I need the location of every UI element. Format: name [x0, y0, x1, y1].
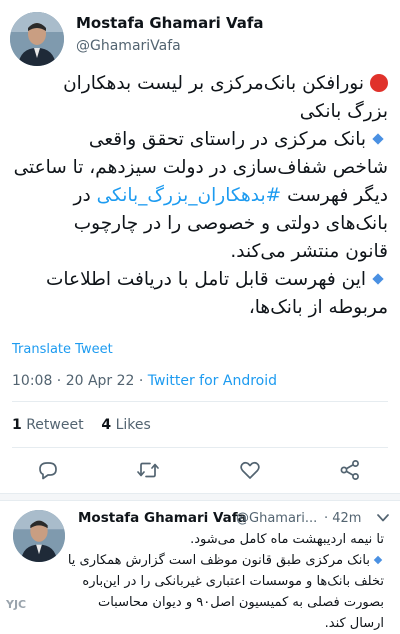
- reply-text: تا نیمه اردیبهشت ماه کامل می‌شود. بانک م…: [68, 529, 384, 634]
- tweet-line: بانک مرکزی در راستای تحقق واقعی: [8, 126, 388, 154]
- reply-line: ارسال کند.: [324, 616, 384, 631]
- divider: [12, 447, 388, 448]
- tweet-line: بانک‌های دولتی و خصوصی را در چارچوب: [73, 213, 388, 234]
- timestamp[interactable]: 10:08 · 20 Apr 22 ·: [12, 373, 148, 389]
- blue-diamond-icon: [372, 132, 384, 145]
- reply-author-handle[interactable]: @Ghamari...: [236, 511, 317, 526]
- retweet-icon[interactable]: [136, 458, 162, 484]
- reply-time: · 42m: [324, 511, 362, 526]
- author-handle[interactable]: @GhamariVafa: [76, 38, 181, 54]
- reply-line: بانک مرکزی طبق قانون موظف است گزارش همکا…: [68, 550, 384, 571]
- divider: [12, 401, 388, 402]
- tweet-line: این فهرست قابل تامل با دریافت اطلاعات: [8, 266, 388, 294]
- reply-icon[interactable]: [36, 458, 62, 484]
- tweet-separator: [0, 493, 400, 501]
- tweet-meta: 10:08 · 20 Apr 22 · Twitter for Android: [12, 373, 277, 389]
- heart-icon[interactable]: [238, 458, 264, 484]
- source-link[interactable]: Twitter for Android: [148, 373, 277, 389]
- reply-line: بصورت فصلی به کمیسیون اصل۹۰ و دیوان محاس…: [97, 595, 384, 610]
- main-tweet: Mostafa Ghamari Vafa @GhamariVafa نورافک…: [0, 0, 400, 490]
- reply-line: تخلف بانک‌ها و موسسات اعتباری غیربانکی ر…: [82, 574, 384, 589]
- blue-diamond-icon: [373, 555, 383, 564]
- likes-stat[interactable]: 4 Likes: [101, 417, 150, 433]
- action-bar: [0, 458, 400, 488]
- reply-line: تا نیمه اردیبهشت ماه کامل می‌شود.: [190, 532, 384, 547]
- author-name[interactable]: Mostafa Ghamari Vafa: [76, 14, 264, 32]
- author-avatar[interactable]: [10, 12, 64, 66]
- tweet-line: بزرگ بانکی: [299, 101, 388, 122]
- share-icon[interactable]: [338, 458, 364, 484]
- tweet-line: دیگر فهرست #بدهکاران_بزرگ_بانکی در: [73, 185, 388, 206]
- red-circle-icon: [370, 74, 388, 92]
- blue-diamond-icon: [372, 272, 384, 285]
- translate-tweet-link[interactable]: Translate Tweet: [12, 342, 113, 357]
- tweet-line: مربوطه از بانک‌ها،: [248, 297, 388, 318]
- tweet-line: قانون منتشر می‌کند.: [230, 241, 388, 262]
- tweet-line: شاخص شفاف‌سازی در دولت سیزدهم، تا ساعتی: [13, 157, 388, 178]
- tweet-line: نورافکن بانک‌مرکزی بر لیست بدهکاران: [8, 70, 388, 98]
- reply-author-avatar[interactable]: [13, 510, 65, 562]
- tweet-stats: 1 Retweet 4 Likes: [12, 417, 151, 433]
- retweets-stat[interactable]: 1 Retweet: [12, 417, 84, 433]
- more-icon[interactable]: [374, 510, 392, 526]
- tweet-text: نورافکن بانک‌مرکزی بر لیست بدهکاران بزرگ…: [8, 70, 388, 322]
- hashtag-link[interactable]: #بدهکاران_بزرگ_بانکی: [97, 185, 282, 206]
- reply-author-name[interactable]: Mostafa Ghamari Vafa: [78, 510, 247, 526]
- yjc-watermark-logo: YJC: [6, 598, 27, 611]
